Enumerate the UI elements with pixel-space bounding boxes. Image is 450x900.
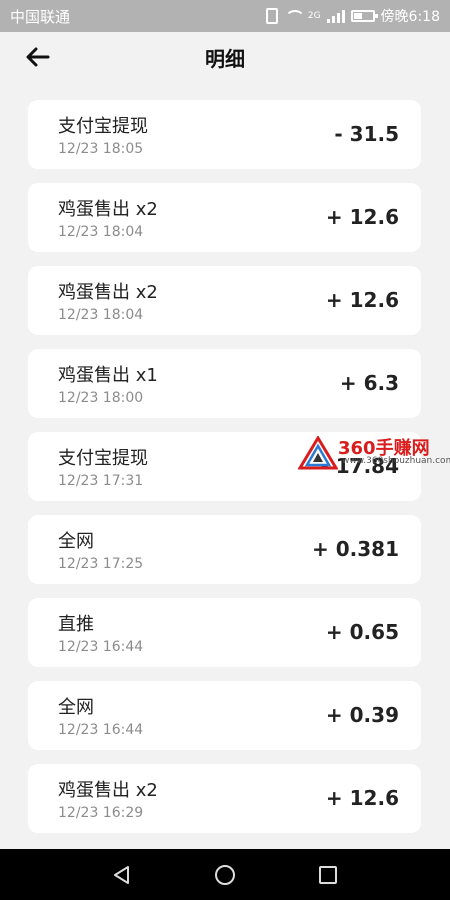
- arrow-left-icon: [26, 47, 50, 67]
- record-title: 鸡蛋售出 x2: [58, 199, 158, 220]
- record-card[interactable]: 支付宝提现 12/23 18:05 - 31.5: [28, 100, 421, 169]
- record-card[interactable]: 鸡蛋售出 x2 12/23 18:04 + 12.6: [28, 183, 421, 252]
- nav-home-button[interactable]: [205, 855, 245, 895]
- battery-icon: [350, 10, 378, 22]
- record-amount: + 6.3: [339, 371, 399, 395]
- record-card[interactable]: 鸡蛋售出 x2 12/23 16:29 + 12.6: [28, 764, 421, 833]
- record-title: 鸡蛋售出 x1: [58, 365, 158, 386]
- status-icons: 2G 傍晚6:18: [265, 6, 440, 26]
- record-time: 12/23 18:04: [58, 307, 144, 323]
- record-time: 12/23 16:44: [58, 639, 144, 655]
- screen: 中国联通 2G 傍晚6:18 明细 支付宝提现 12/23 18:05 - 31…: [0, 0, 450, 900]
- record-title: 支付宝提现: [58, 116, 148, 137]
- record-title: 全网: [58, 531, 94, 552]
- record-card[interactable]: 直推 12/23 16:44 + 0.65: [28, 598, 421, 667]
- record-amount: + 0.381: [312, 537, 399, 561]
- network-type-label: 2G: [307, 11, 321, 21]
- nav-recent-button[interactable]: [308, 855, 348, 895]
- page-title: 明细: [205, 46, 245, 71]
- record-card[interactable]: 鸡蛋售出 x2 12/23 18:04 + 12.6: [28, 266, 421, 335]
- record-title: 支付宝提现: [58, 448, 148, 469]
- record-time: 12/23 16:44: [58, 722, 144, 738]
- watermark: 360手赚网 www.360shouzhuan.com: [298, 432, 450, 472]
- vibrate-icon: [265, 8, 278, 24]
- record-time: 12/23 17:31: [58, 473, 144, 489]
- record-card[interactable]: 全网 12/23 16:44 + 0.39: [28, 681, 421, 750]
- nav-back-button[interactable]: [102, 855, 142, 895]
- triangle-back-icon: [113, 865, 129, 884]
- circle-home-icon: [214, 864, 235, 885]
- record-title: 鸡蛋售出 x2: [58, 780, 158, 801]
- status-bar: 中国联通 2G 傍晚6:18: [0, 0, 450, 32]
- wifi-icon: [284, 9, 305, 23]
- watermark-logo-icon: [298, 436, 338, 470]
- record-amount: - 31.5: [334, 122, 399, 146]
- record-time: 12/23 17:25: [58, 556, 144, 572]
- clock-label: 傍晚6:18: [380, 9, 440, 25]
- record-card[interactable]: 鸡蛋售出 x1 12/23 18:00 + 6.3: [28, 349, 421, 418]
- watermark-url: www.360shouzhuan.com: [342, 456, 450, 466]
- back-button[interactable]: [24, 44, 52, 70]
- record-title: 全网: [58, 697, 94, 718]
- record-list: 支付宝提现 12/23 18:05 - 31.5 鸡蛋售出 x2 12/23 1…: [28, 100, 421, 847]
- record-time: 12/23 18:04: [58, 224, 144, 240]
- record-amount: + 12.6: [325, 786, 399, 810]
- signal-icon: [326, 9, 345, 23]
- record-time: 12/23 16:29: [58, 805, 144, 821]
- record-time: 12/23 18:05: [58, 141, 144, 157]
- record-amount: + 12.6: [325, 288, 399, 312]
- record-amount: + 12.6: [325, 205, 399, 229]
- record-card[interactable]: 全网 12/23 17:25 + 0.381: [28, 515, 421, 584]
- record-amount: + 0.65: [325, 620, 399, 644]
- record-title: 直推: [58, 614, 94, 635]
- record-title: 鸡蛋售出 x2: [58, 282, 158, 303]
- square-recent-icon: [319, 865, 338, 884]
- navigation-bar: [0, 849, 450, 900]
- carrier-label: 中国联通: [10, 7, 71, 26]
- record-time: 12/23 18:00: [58, 390, 144, 406]
- header: 明细: [0, 32, 450, 82]
- record-amount: + 0.39: [325, 703, 399, 727]
